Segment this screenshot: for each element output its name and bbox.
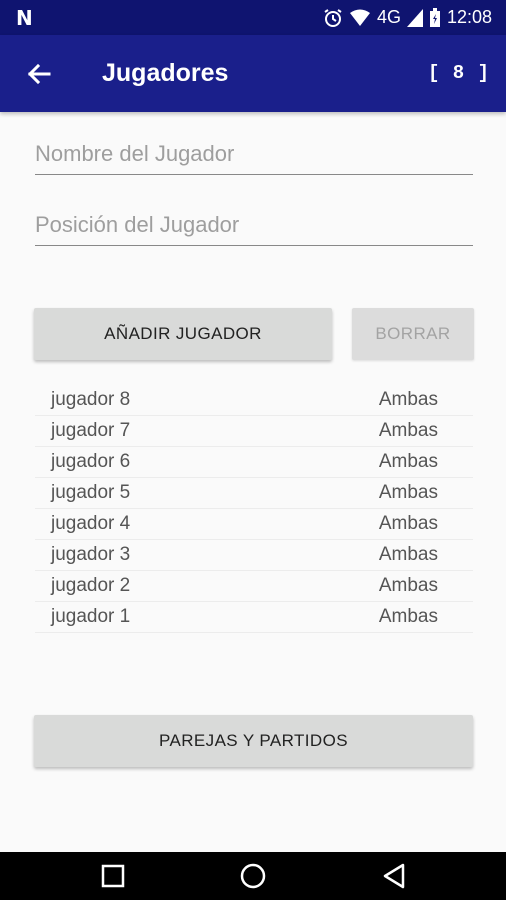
player-position: Ambas	[378, 389, 438, 410]
back-nav-icon	[383, 863, 405, 889]
status-icons: 4G 12:08	[323, 7, 492, 28]
alarm-icon	[323, 8, 343, 28]
list-item[interactable]: jugador 5 Ambas	[35, 478, 473, 509]
list-item[interactable]: jugador 7 Ambas	[35, 416, 473, 447]
home-icon	[240, 863, 266, 889]
player-name: jugador 4	[51, 513, 131, 534]
player-name-input[interactable]	[35, 134, 473, 175]
status-time: 12:08	[446, 7, 492, 27]
player-name: jugador 3	[51, 544, 131, 565]
wifi-icon	[349, 9, 371, 27]
player-list: jugador 8 Ambas jugador 7 Ambas jugador …	[35, 385, 473, 633]
list-item[interactable]: jugador 4 Ambas	[35, 509, 473, 540]
list-item[interactable]: jugador 8 Ambas	[35, 385, 473, 416]
player-position: Ambas	[378, 451, 438, 472]
player-count-badge: [ 8 ]	[427, 62, 490, 84]
notification-n-icon: N	[16, 6, 33, 30]
status-bar: N 4G 12:08	[0, 0, 506, 35]
add-player-button[interactable]: AÑADIR JUGADOR	[34, 308, 332, 360]
player-name: jugador 7	[51, 420, 131, 441]
player-position-input[interactable]	[35, 205, 473, 246]
list-item[interactable]: jugador 1 Ambas	[35, 602, 473, 633]
player-name: jugador 1	[51, 606, 131, 627]
app-bar: Jugadores [ 8 ]	[0, 35, 506, 112]
battery-icon	[429, 7, 441, 28]
pairs-and-matches-button[interactable]: PAREJAS Y PARTIDOS	[34, 715, 473, 767]
player-position: Ambas	[378, 482, 438, 503]
page-title: Jugadores	[102, 59, 229, 87]
player-name: jugador 5	[51, 482, 131, 503]
player-position: Ambas	[378, 513, 438, 534]
system-nav-bar	[0, 852, 506, 900]
player-position: Ambas	[378, 575, 438, 596]
back-nav-button[interactable]	[364, 852, 424, 900]
arrow-back-icon	[27, 63, 51, 85]
network-type: 4G	[376, 7, 401, 27]
player-name: jugador 2	[51, 575, 131, 596]
signal-icon	[406, 8, 423, 27]
home-button[interactable]	[223, 852, 283, 900]
back-button[interactable]	[22, 57, 56, 91]
list-item[interactable]: jugador 6 Ambas	[35, 447, 473, 478]
player-name: jugador 8	[51, 389, 131, 410]
player-name: jugador 6	[51, 451, 131, 472]
recent-apps-button[interactable]	[83, 852, 143, 900]
delete-button[interactable]: BORRAR	[352, 308, 474, 360]
player-position: Ambas	[378, 544, 438, 565]
player-position: Ambas	[378, 420, 438, 441]
list-item[interactable]: jugador 2 Ambas	[35, 571, 473, 602]
player-position: Ambas	[378, 606, 438, 627]
list-item[interactable]: jugador 3 Ambas	[35, 540, 473, 571]
recent-apps-icon	[101, 864, 125, 888]
